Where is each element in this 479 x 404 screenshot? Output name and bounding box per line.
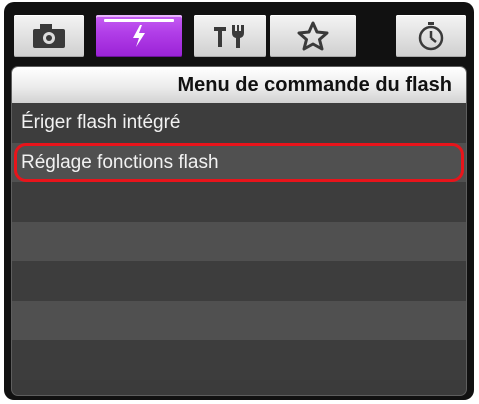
menu-item-empty [12,261,466,301]
star-icon [297,21,329,51]
menu-panel: Menu de commande du flash Ériger flash i… [11,66,467,396]
menu-item-built-in-flash[interactable]: Ériger flash intégré [12,103,466,143]
menu-title: Menu de commande du flash [12,67,466,103]
menu-item-empty [12,221,466,261]
tab-my-menu[interactable] [270,15,356,57]
menu-list: Ériger flash intégré Réglage fonctions f… [12,103,466,380]
tab-timer[interactable] [396,15,466,57]
camera-menu-window: Menu de commande du flash Ériger flash i… [4,2,474,400]
timer-icon [418,22,444,51]
tab-bar [4,2,474,66]
menu-item-empty [12,340,466,380]
tools-icon [214,25,244,48]
camera-icon [33,24,65,48]
tab-shooting[interactable] [14,15,84,57]
tab-flash[interactable] [96,15,182,57]
menu-item-empty [12,300,466,340]
menu-item-empty [12,182,466,222]
tab-tools[interactable] [194,15,266,57]
menu-item-flash-function-settings[interactable]: Réglage fonctions flash [12,142,466,182]
flash-icon [133,25,145,47]
